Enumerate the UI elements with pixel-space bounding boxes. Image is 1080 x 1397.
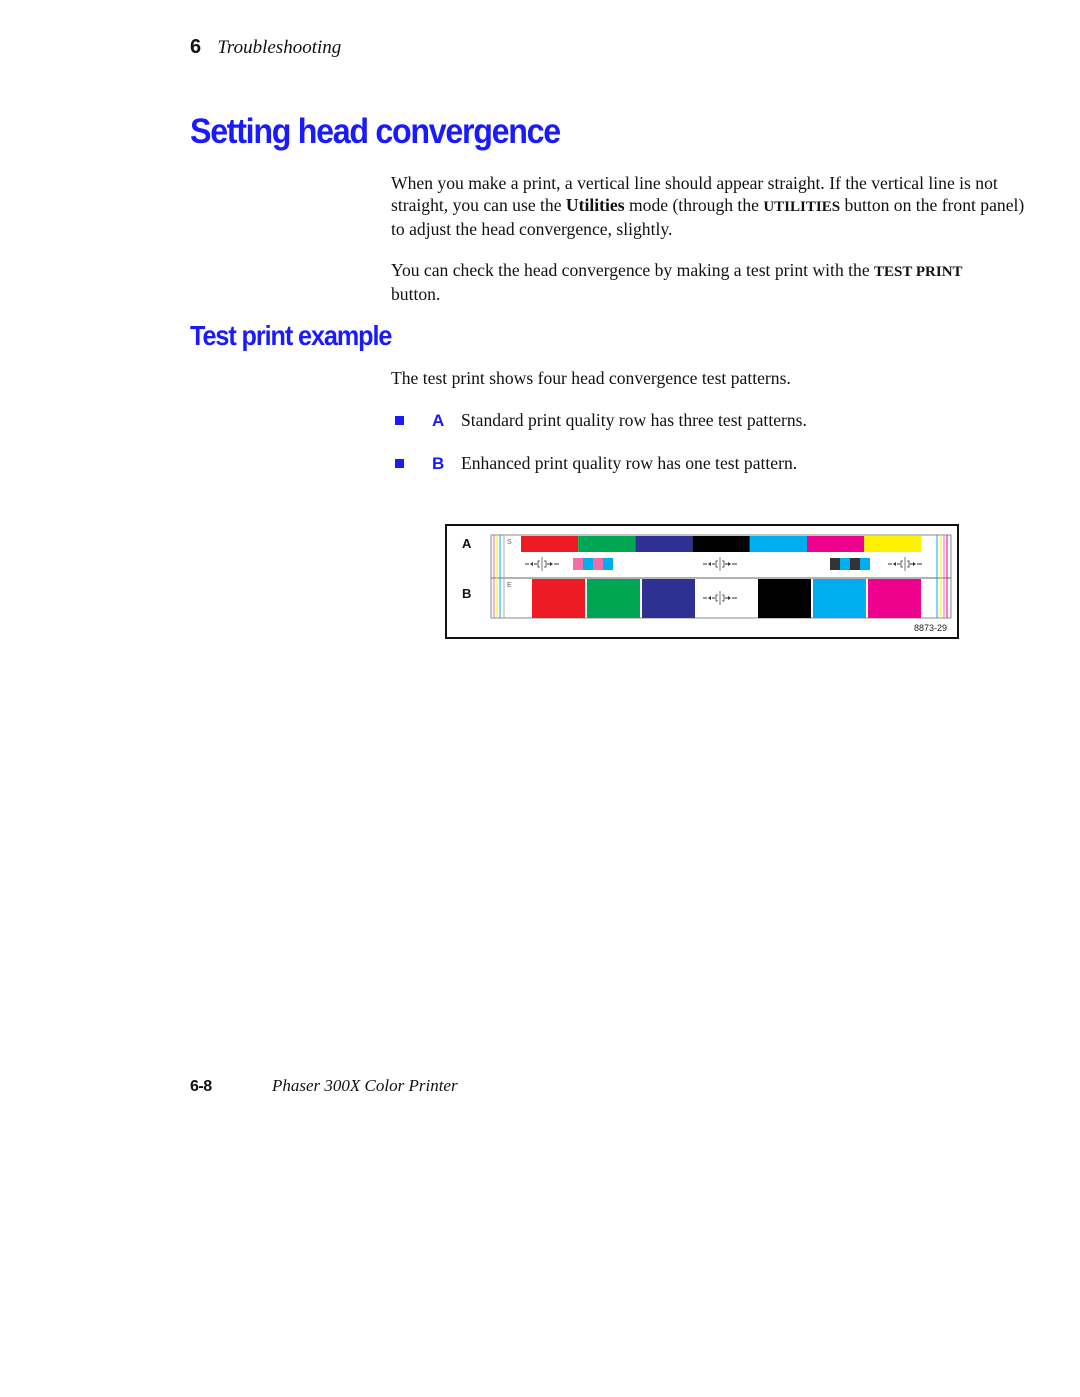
swatch-cyan	[840, 558, 850, 570]
text-run: mode (through the	[624, 195, 764, 215]
convergence-pattern-a2	[703, 557, 737, 571]
bullet-square-icon	[395, 459, 404, 468]
bullet-square-icon	[395, 416, 404, 425]
row-a-bar-black	[692, 536, 750, 552]
swatch-darkgray	[830, 558, 840, 570]
chapter-title: Troubleshooting	[217, 37, 342, 58]
utilities-mode-term: Utilities	[565, 195, 625, 215]
row-a-bar-cyan	[749, 536, 807, 552]
swatch-pink	[573, 558, 583, 570]
bullet-text: Enhanced print quality row has one test …	[461, 453, 798, 473]
row-b-bar-green	[587, 579, 640, 618]
paragraph-test-print: You can check the head convergence by ma…	[391, 259, 1011, 305]
row-a-bar-red	[521, 536, 579, 552]
row-a-bar-magenta	[807, 536, 865, 552]
section-title: Setting head convergence	[190, 112, 561, 151]
book-title: Phaser 300X Color Printer	[272, 1076, 458, 1095]
swatch-cyan	[860, 558, 870, 570]
row-a-marker: S	[507, 539, 512, 546]
page-number: 6-8	[190, 1078, 212, 1095]
footer: 6-8 Phaser 300X Color Printer	[190, 1076, 458, 1096]
swatch-pink	[593, 558, 603, 570]
chapter-number: 6	[190, 36, 201, 58]
row-b-bar-magenta	[868, 579, 921, 618]
bullet-letter: B	[432, 453, 445, 473]
row-b-bar-cyan	[813, 579, 866, 618]
text-run: You can check the head convergence by ma…	[391, 260, 875, 280]
subsection-title: Test print example	[190, 320, 392, 351]
convergence-pattern-a1	[525, 557, 559, 571]
paragraph-test-print-intro: The test print shows four head convergen…	[391, 368, 791, 388]
bullet-letter: A	[432, 410, 445, 430]
bullet-text: Standard print quality row has three tes…	[461, 410, 807, 430]
row-a-bar-blue	[635, 536, 693, 552]
convergence-pattern-a3	[888, 557, 922, 571]
test-print-patterns: SE	[490, 534, 952, 619]
test-print-figure: A B SE 8873-29	[445, 524, 959, 639]
swatch-cyan	[583, 558, 593, 570]
row-b-bar-red	[532, 579, 585, 618]
bullet-item-a: A Standard print quality row has three t…	[395, 410, 807, 431]
convergence-pattern-b1	[703, 591, 737, 605]
utilities-button-term: UTILITIES	[763, 199, 841, 215]
row-b-bar-blue	[642, 579, 695, 618]
swatch-darkgray	[850, 558, 860, 570]
row-b-bar-black	[758, 579, 811, 618]
swatch-cyan	[603, 558, 613, 570]
test-print-button-term: TEST PRINT	[874, 264, 963, 280]
paragraph-convergence-intro: When you make a print, a vertical line s…	[391, 172, 1031, 240]
row-a-bar-yellow	[864, 536, 922, 552]
text-run: button.	[391, 284, 441, 304]
figure-id: 8873-29	[913, 623, 947, 633]
running-head: 6 Troubleshooting	[190, 36, 341, 59]
row-b-marker: E	[507, 582, 512, 589]
bullet-item-b: B Enhanced print quality row has one tes…	[395, 453, 797, 474]
row-a-bar-green	[578, 536, 636, 552]
